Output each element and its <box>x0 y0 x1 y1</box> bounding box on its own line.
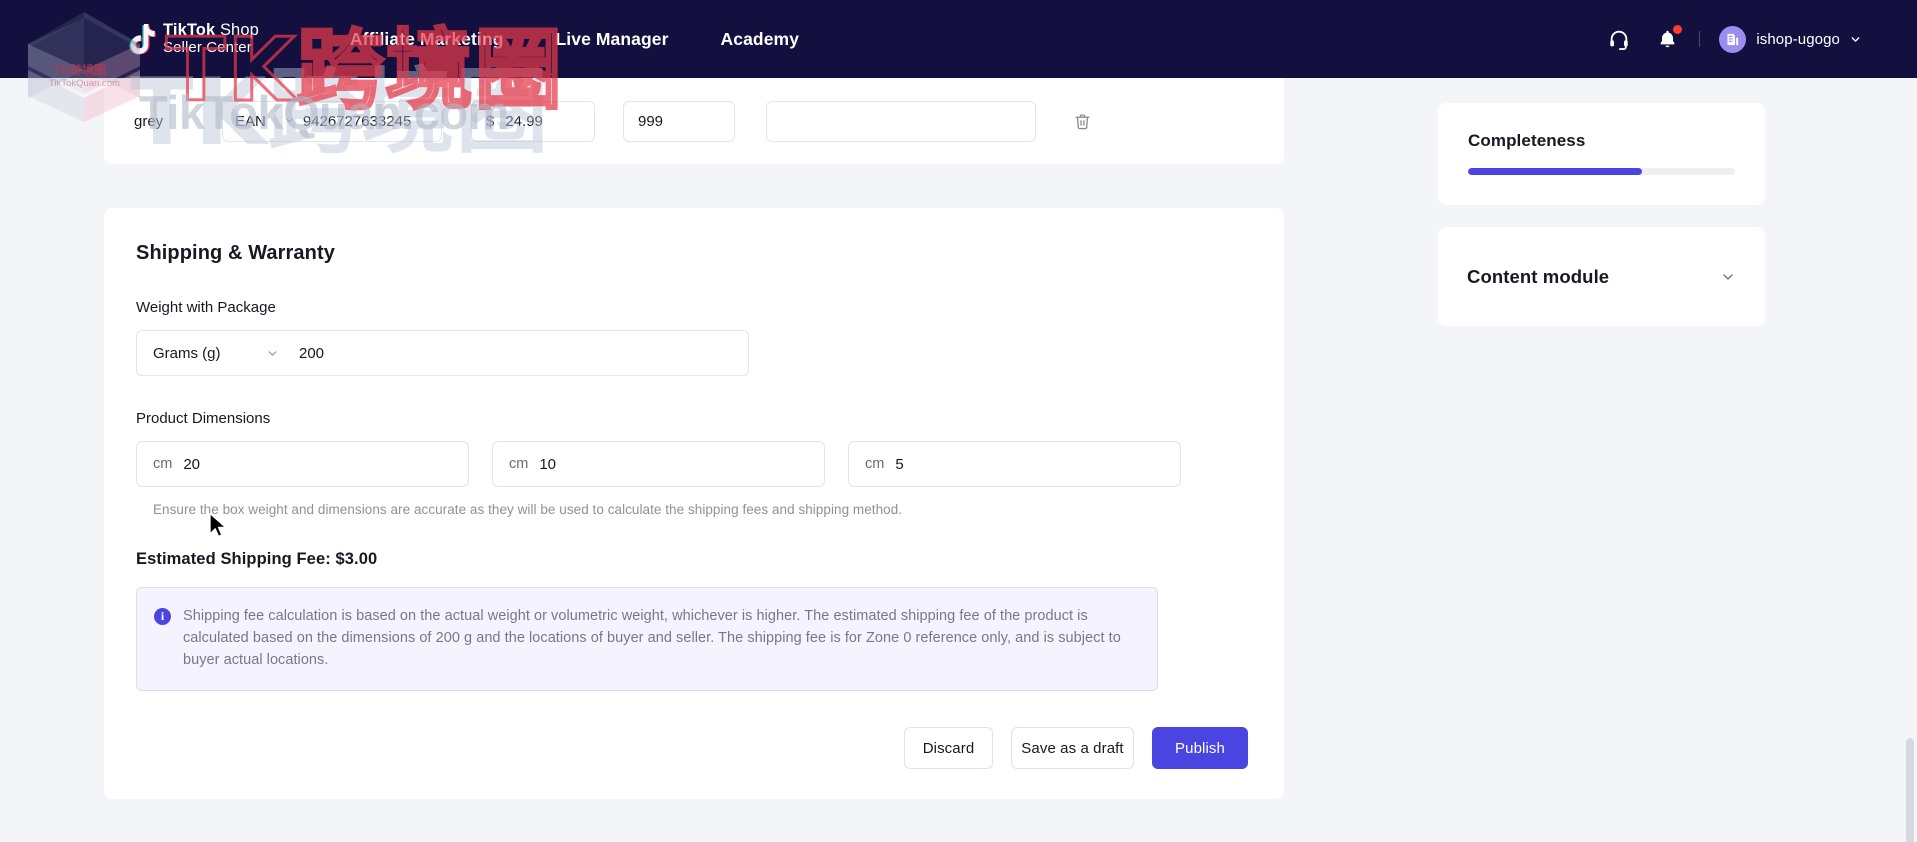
nav-divider <box>1699 31 1701 47</box>
account-menu[interactable]: ishop-ugogo <box>1719 25 1862 53</box>
brand-shop-text: Shop <box>215 21 259 39</box>
completeness-progress-bar <box>1468 168 1735 175</box>
dimension-length-field[interactable]: cm 20 <box>136 441 469 487</box>
sku-quantity-input[interactable]: 999 <box>623 100 735 142</box>
chevron-down-icon <box>266 347 279 360</box>
weight-unit-select[interactable]: Grams (g) <box>153 345 293 362</box>
primary-nav-links: Affiliate Marketing Live Manager Academy <box>350 29 799 50</box>
sku-code-type-select[interactable]: EAN <box>235 113 295 130</box>
page-title: Shipping & Warranty <box>136 242 335 264</box>
completeness-card: Completeness <box>1438 103 1765 205</box>
notification-badge-dot <box>1673 25 1683 34</box>
publish-button[interactable]: Publish <box>1152 727 1248 769</box>
weight-with-package-label: Weight with Package <box>136 299 276 316</box>
brand-line-1: TikTok Shop <box>163 21 259 39</box>
discard-button[interactable]: Discard <box>904 727 993 769</box>
dimension-length-input[interactable]: 20 <box>183 456 200 473</box>
nav-link-live-manager[interactable]: Live Manager <box>555 29 668 50</box>
page-content: grey EAN 9426727633245 $ 24.99 999 Shipp… <box>0 78 1917 842</box>
completeness-title: Completeness <box>1468 131 1586 150</box>
dimensions-hint-text: Ensure the box weight and dimensions are… <box>153 502 903 517</box>
dimension-height-input[interactable]: 5 <box>895 456 903 473</box>
nav-link-affiliate-marketing[interactable]: Affiliate Marketing <box>350 29 504 50</box>
sku-price-field[interactable]: $ 24.99 <box>471 100 595 142</box>
sku-variant-name: grey <box>134 112 164 130</box>
account-name: ishop-ugogo <box>1756 30 1840 48</box>
table-row: grey EAN 9426727633245 $ 24.99 999 <box>104 78 1284 164</box>
chevron-down-icon <box>1849 33 1862 46</box>
dimension-length-unit: cm <box>153 456 173 472</box>
dimension-width-unit: cm <box>509 456 529 472</box>
content-module-card[interactable]: Content module <box>1438 227 1765 326</box>
currency-symbol: $ <box>486 112 495 130</box>
dimension-height-field[interactable]: cm 5 <box>848 441 1181 487</box>
shipping-info-text: Shipping fee calculation is based on the… <box>183 608 1121 668</box>
shipping-info-alert: i Shipping fee calculation is based on t… <box>136 587 1158 691</box>
form-action-buttons: Discard Save as a draft Publish <box>136 727 1252 769</box>
right-sidebar: Completeness Content module <box>1438 103 1765 326</box>
product-dimensions-row: cm 20 cm 10 cm 5 <box>136 441 1252 487</box>
dimension-width-field[interactable]: cm 10 <box>492 441 825 487</box>
vertical-scrollbar-thumb[interactable] <box>1906 738 1914 842</box>
estimated-shipping-fee: Estimated Shipping Fee: $3.00 <box>136 550 378 568</box>
chevron-down-icon <box>284 113 295 130</box>
nav-link-academy[interactable]: Academy <box>721 29 800 50</box>
dimension-height-unit: cm <box>865 456 885 472</box>
brand-tiktok-text: TikTok <box>163 21 216 39</box>
trash-icon[interactable] <box>1070 109 1094 133</box>
product-dimensions-label: Product Dimensions <box>136 410 271 427</box>
chevron-down-icon[interactable] <box>1720 269 1736 285</box>
sku-code-field[interactable]: EAN 9426727633245 <box>222 100 442 142</box>
shop-building-icon <box>1719 25 1747 53</box>
sku-price-input[interactable]: 24.99 <box>505 113 543 130</box>
sku-table-card: grey EAN 9426727633245 $ 24.99 999 <box>104 78 1284 164</box>
content-module-title: Content module <box>1467 265 1610 287</box>
save-as-draft-button[interactable]: Save as a draft <box>1011 727 1134 769</box>
completeness-progress-fill <box>1468 168 1642 175</box>
main-column: grey EAN 9426727633245 $ 24.99 999 Shipp… <box>104 78 1284 799</box>
weight-unit-value: Grams (g) <box>153 344 221 362</box>
sku-extra-input[interactable] <box>766 100 1036 142</box>
brand-text: TikTok Shop Seller Center <box>163 21 259 57</box>
brand-line-2: Seller Center <box>163 39 252 56</box>
dimension-width-input[interactable]: 10 <box>539 456 556 473</box>
info-circle-icon: i <box>154 608 171 625</box>
shipping-warranty-card: Shipping & Warranty Weight with Package … <box>104 208 1284 799</box>
bell-icon[interactable] <box>1654 25 1683 52</box>
tiktok-note-icon <box>127 22 157 56</box>
weight-with-package-field[interactable]: Grams (g) 200 <box>136 330 749 376</box>
top-navigation-bar: TikTok Shop Seller Center Affiliate Mark… <box>0 0 1917 78</box>
sku-code-type-value: EAN <box>235 112 266 130</box>
weight-value-input[interactable]: 200 <box>293 345 324 362</box>
sku-code-input[interactable]: 9426727633245 <box>303 113 411 130</box>
headset-icon[interactable] <box>1606 26 1632 52</box>
nav-right-cluster: ishop-ugogo <box>1606 25 1862 53</box>
brand-logo[interactable]: TikTok Shop Seller Center <box>127 21 259 57</box>
